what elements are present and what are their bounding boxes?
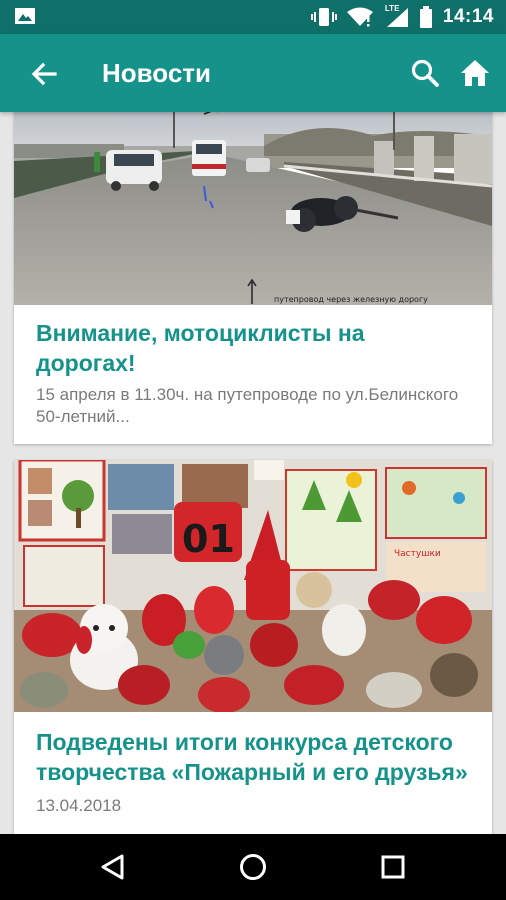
system-nav-bar: [0, 834, 506, 900]
nav-recents-button[interactable]: [373, 847, 413, 887]
news-list[interactable]: путепровод через железную дорогу Внимани…: [0, 112, 506, 834]
news-image-toys: Частушки 01: [14, 460, 492, 712]
wifi-icon: [346, 7, 373, 27]
svg-text:01: 01: [182, 517, 235, 561]
gallery-notification-icon: [14, 7, 36, 25]
news-date: 13.04.2018: [36, 796, 122, 815]
nav-back-button[interactable]: [93, 847, 133, 887]
home-icon: [461, 60, 489, 86]
news-title[interactable]: Внимание, мотоциклисты на дорогах!: [14, 318, 492, 378]
news-title[interactable]: Подведены итоги конкурса детского творче…: [14, 727, 492, 787]
nav-home-button[interactable]: [233, 847, 273, 887]
status-bar: LTE 14:14: [0, 0, 506, 34]
square-recents-icon: [381, 855, 405, 879]
image-caption: путепровод через железную дорогу: [274, 295, 428, 304]
news-excerpt: 15 апреля в 11.30ч. на путепроводе по ул…: [36, 385, 459, 426]
circle-home-icon: [240, 854, 266, 880]
news-image-road: путепровод через железную дорогу: [14, 112, 492, 305]
clock: 14:14: [442, 6, 494, 27]
arrow-back-icon: [31, 62, 57, 86]
news-card[interactable]: путепровод через железную дорогу Внимани…: [14, 112, 492, 444]
triangle-back-icon: [101, 854, 124, 880]
vibrate-icon: [310, 8, 337, 26]
news-card[interactable]: Частушки 01 Подведены итоги конкурса дет…: [14, 460, 492, 834]
page-title: Новости: [102, 58, 212, 88]
status-icons: LTE 14:14: [310, 0, 494, 34]
svg-text:Частушки: Частушки: [394, 549, 441, 559]
search-icon: [411, 59, 439, 87]
home-button[interactable]: [456, 54, 494, 92]
search-button[interactable]: [406, 54, 444, 92]
signal-icon: LTE: [383, 4, 409, 28]
back-button[interactable]: [26, 56, 62, 92]
battery-icon: [419, 6, 432, 28]
app-bar: Новости: [0, 34, 506, 112]
